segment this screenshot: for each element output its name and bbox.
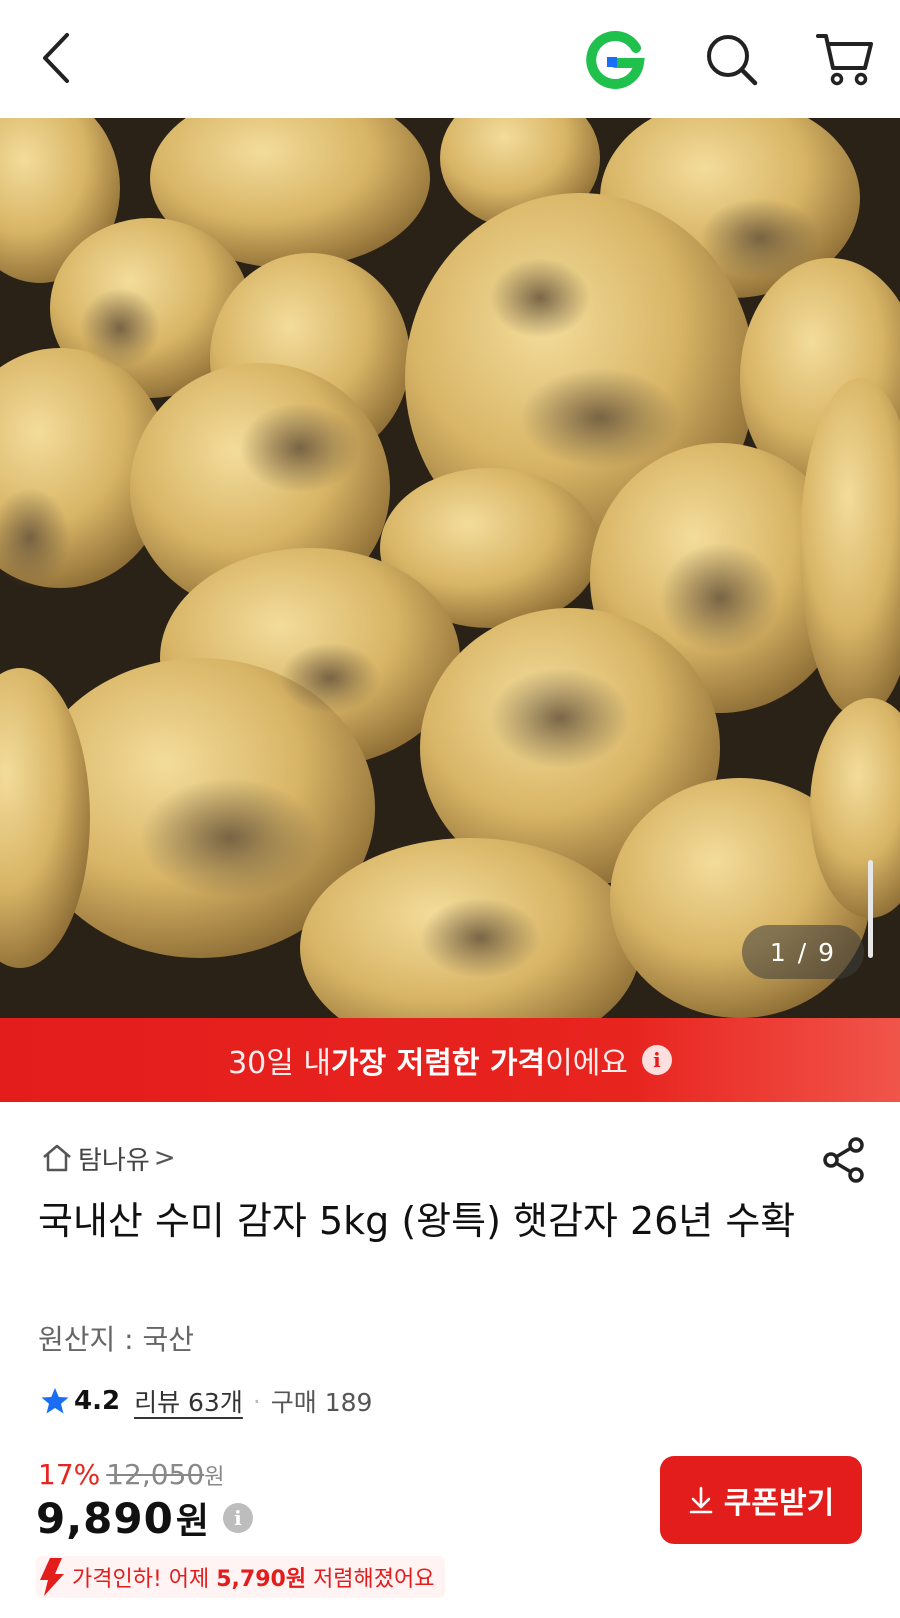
potatoes-photo — [0, 118, 900, 1018]
g-logo-button[interactable] — [584, 28, 646, 90]
price-drop-prefix: 가격인하! 어제 — [72, 1567, 217, 1592]
price-drop-suffix: 저렴해졌어요 — [306, 1567, 435, 1592]
price-drop-text: 가격인하! 어제 5,790원 저렴해졌어요 — [72, 1561, 435, 1593]
original-price-unit: 원 — [204, 1465, 225, 1490]
store-name: 탐나유 — [78, 1145, 150, 1176]
origin-text: 원산지 : 국산 — [38, 1323, 195, 1356]
current-price-unit: 원 — [175, 1501, 209, 1542]
share-icon — [823, 1137, 864, 1183]
star-icon — [41, 1388, 69, 1414]
gallery-scroll-indicator — [868, 860, 873, 958]
back-button[interactable] — [28, 26, 84, 90]
product-title: 국내산 수미 감자 5kg (왕특) 햇감자 26년 수확 — [38, 1199, 796, 1243]
info-icon[interactable]: i — [641, 1045, 672, 1075]
image-counter: 1 / 9 — [742, 925, 864, 979]
cart-button[interactable] — [810, 26, 880, 92]
cart-icon — [816, 34, 873, 86]
home-icon — [43, 1144, 71, 1172]
product-image-gallery[interactable]: 1 / 9 — [0, 118, 900, 1018]
original-price: 12,050 — [106, 1458, 205, 1491]
discount-percent: 17% — [38, 1458, 101, 1491]
rating-row: 4.2 리뷰 63개 · 구매 189 — [40, 1381, 372, 1421]
chevron-left-icon — [43, 33, 69, 83]
rating-value: 4.2 — [74, 1386, 121, 1416]
download-icon — [689, 1486, 713, 1514]
search-button[interactable] — [700, 28, 764, 92]
share-button[interactable] — [818, 1134, 870, 1186]
discount-row: 17% 12,050 원 — [38, 1458, 224, 1491]
price-drop-notice: 가격인하! 어제 5,790원 저렴해졌어요 — [36, 1556, 445, 1598]
top-app-bar — [0, 0, 900, 118]
separator: · — [252, 1386, 261, 1416]
price-info-icon[interactable]: i — [222, 1503, 253, 1533]
lowest-price-banner[interactable]: 30일 내 가장 저렴한 가격 이에요 i — [0, 1018, 900, 1102]
store-link[interactable]: 탐나유 > — [40, 1138, 176, 1178]
reviews-link[interactable]: 리뷰 63개 — [134, 1383, 243, 1419]
search-icon — [707, 35, 758, 86]
coupon-button-label: 쿠폰받기 — [723, 1487, 835, 1520]
current-price: 9,890 — [36, 1493, 174, 1543]
coupon-button[interactable]: 쿠폰받기 — [660, 1456, 862, 1544]
price-drop-arrow-icon — [40, 1558, 64, 1596]
banner-text-suffix: 이에요 — [545, 1046, 628, 1081]
purchase-count: 구매 189 — [270, 1388, 373, 1417]
price-row: 9,890 원 i — [36, 1492, 253, 1544]
g-logo-icon — [586, 30, 645, 89]
banner-text-highlight: 가장 저렴한 가격 — [331, 1046, 546, 1081]
price-drop-amount: 5,790원 — [216, 1567, 307, 1592]
banner-text-prefix: 30일 내 — [228, 1046, 331, 1081]
chevron-right-icon: > — [153, 1143, 176, 1173]
